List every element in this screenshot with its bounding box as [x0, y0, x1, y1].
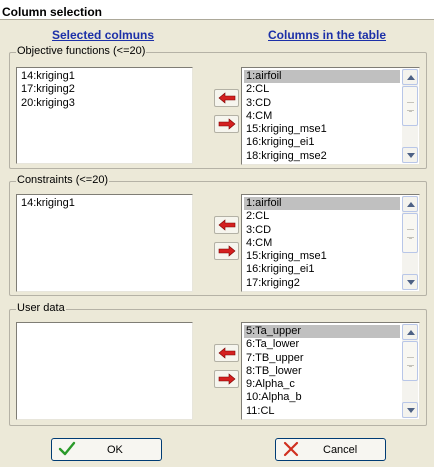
- user-data-group: User data 5:Ta_upper 6:Ta_lower 7:TB_upper…: [9, 302, 427, 426]
- scroll-thumb[interactable]: [402, 213, 418, 253]
- objective-selected-item[interactable]: 20:kriging3: [19, 97, 190, 110]
- objective-move-left-button[interactable]: [214, 89, 239, 107]
- userdata-table-list[interactable]: 5:Ta_upper 6:Ta_lower 7:TB_upper 8:TB_lower…: [241, 322, 420, 420]
- userdata-table-item[interactable]: 11:CL: [244, 405, 400, 418]
- userdata-table-item[interactable]: 9:Alpha_c: [244, 378, 400, 391]
- table-columns-header: Columns in the table: [268, 28, 387, 42]
- objective-table-item[interactable]: 3:CD: [244, 97, 400, 110]
- ok-label: OK: [107, 444, 123, 456]
- objective-table-item[interactable]: 1:airfoil: [244, 70, 400, 84]
- objective-table-item[interactable]: 2:CL: [244, 83, 400, 96]
- userdata-table-item[interactable]: 10:Alpha_b: [244, 391, 400, 404]
- userdata-table-item[interactable]: 5:Ta_upper: [244, 325, 400, 339]
- userdata-table-item[interactable]: 6:Ta_lower: [244, 338, 400, 351]
- constraints-table-scrollbar[interactable]: [402, 196, 418, 290]
- scroll-up-button[interactable]: [402, 69, 418, 85]
- scroll-down-button[interactable]: [402, 147, 418, 163]
- constraints-table-item[interactable]: 16:kriging_ei1: [244, 263, 400, 276]
- scroll-thumb[interactable]: [402, 341, 418, 381]
- window-title: Column selection: [0, 0, 434, 20]
- constraints-table-item[interactable]: 3:CD: [244, 224, 400, 237]
- scroll-up-button[interactable]: [402, 324, 418, 340]
- user-data-label: User data: [16, 302, 66, 314]
- constraints-table-item[interactable]: 4:CM: [244, 237, 400, 250]
- userdata-table-scrollbar[interactable]: [402, 324, 418, 418]
- objective-table-item[interactable]: 18:kriging_mse2: [244, 150, 400, 163]
- constraints-label: Constraints (<=20): [16, 174, 110, 186]
- objective-functions-group: Objective functions (<=20) 14:kriging1 17…: [9, 45, 427, 169]
- userdata-selected-list[interactable]: [16, 322, 193, 420]
- constraints-move-left-button[interactable]: [214, 216, 239, 234]
- objective-selected-list[interactable]: 14:kriging1 17:kriging2 20:kriging3: [16, 67, 193, 164]
- constraints-table-item[interactable]: 15:kriging_mse1: [244, 250, 400, 263]
- objective-move-right-button[interactable]: [214, 115, 239, 133]
- scroll-up-button[interactable]: [402, 196, 418, 212]
- objective-table-item[interactable]: 15:kriging_mse1: [244, 123, 400, 136]
- userdata-move-right-button[interactable]: [214, 370, 239, 388]
- objective-table-item[interactable]: 16:kriging_ei1: [244, 136, 400, 149]
- constraints-table-item[interactable]: 18:kriging_mse2: [244, 290, 400, 291]
- objective-table-item[interactable]: 19:kriging_ei2: [244, 163, 400, 164]
- objective-table-list[interactable]: 1:airfoil 2:CL 3:CD 4:CM 15:kriging_mse1 16:k…: [241, 67, 420, 165]
- constraints-table-item[interactable]: 17:kriging2: [244, 277, 400, 290]
- constraints-group: Constraints (<=20) 14:kriging1 1:airfoil…: [9, 174, 427, 296]
- scroll-down-button[interactable]: [402, 402, 418, 418]
- objective-functions-label: Objective functions (<=20): [16, 45, 147, 57]
- x-icon: [282, 441, 300, 460]
- constraints-move-right-button[interactable]: [214, 242, 239, 260]
- checkmark-icon: [58, 441, 76, 460]
- userdata-table-item[interactable]: 12:CD: [244, 418, 400, 419]
- ok-button[interactable]: OK: [51, 438, 162, 461]
- objective-table-item[interactable]: 4:CM: [244, 110, 400, 123]
- scroll-thumb[interactable]: [402, 86, 418, 126]
- objective-selected-item[interactable]: 17:kriging2: [19, 83, 190, 96]
- constraints-table-item[interactable]: 2:CL: [244, 210, 400, 223]
- constraints-table-item[interactable]: 1:airfoil: [244, 197, 400, 211]
- cancel-label: Cancel: [323, 444, 358, 456]
- scroll-down-button[interactable]: [402, 274, 418, 290]
- constraints-selected-list[interactable]: 14:kriging1: [16, 194, 193, 292]
- userdata-table-item[interactable]: 7:TB_upper: [244, 352, 400, 365]
- constraints-table-list[interactable]: 1:airfoil 2:CL 3:CD 4:CM 15:kriging_mse1 16:k…: [241, 194, 420, 292]
- objective-table-scrollbar[interactable]: [402, 69, 418, 163]
- constraints-selected-item[interactable]: 14:kriging1: [19, 197, 190, 210]
- userdata-move-left-button[interactable]: [214, 344, 239, 362]
- selected-columns-header: Selected colmuns: [52, 28, 155, 42]
- objective-selected-item[interactable]: 14:kriging1: [19, 70, 190, 83]
- userdata-table-item[interactable]: 8:TB_lower: [244, 365, 400, 378]
- cancel-button[interactable]: Cancel: [275, 438, 386, 461]
